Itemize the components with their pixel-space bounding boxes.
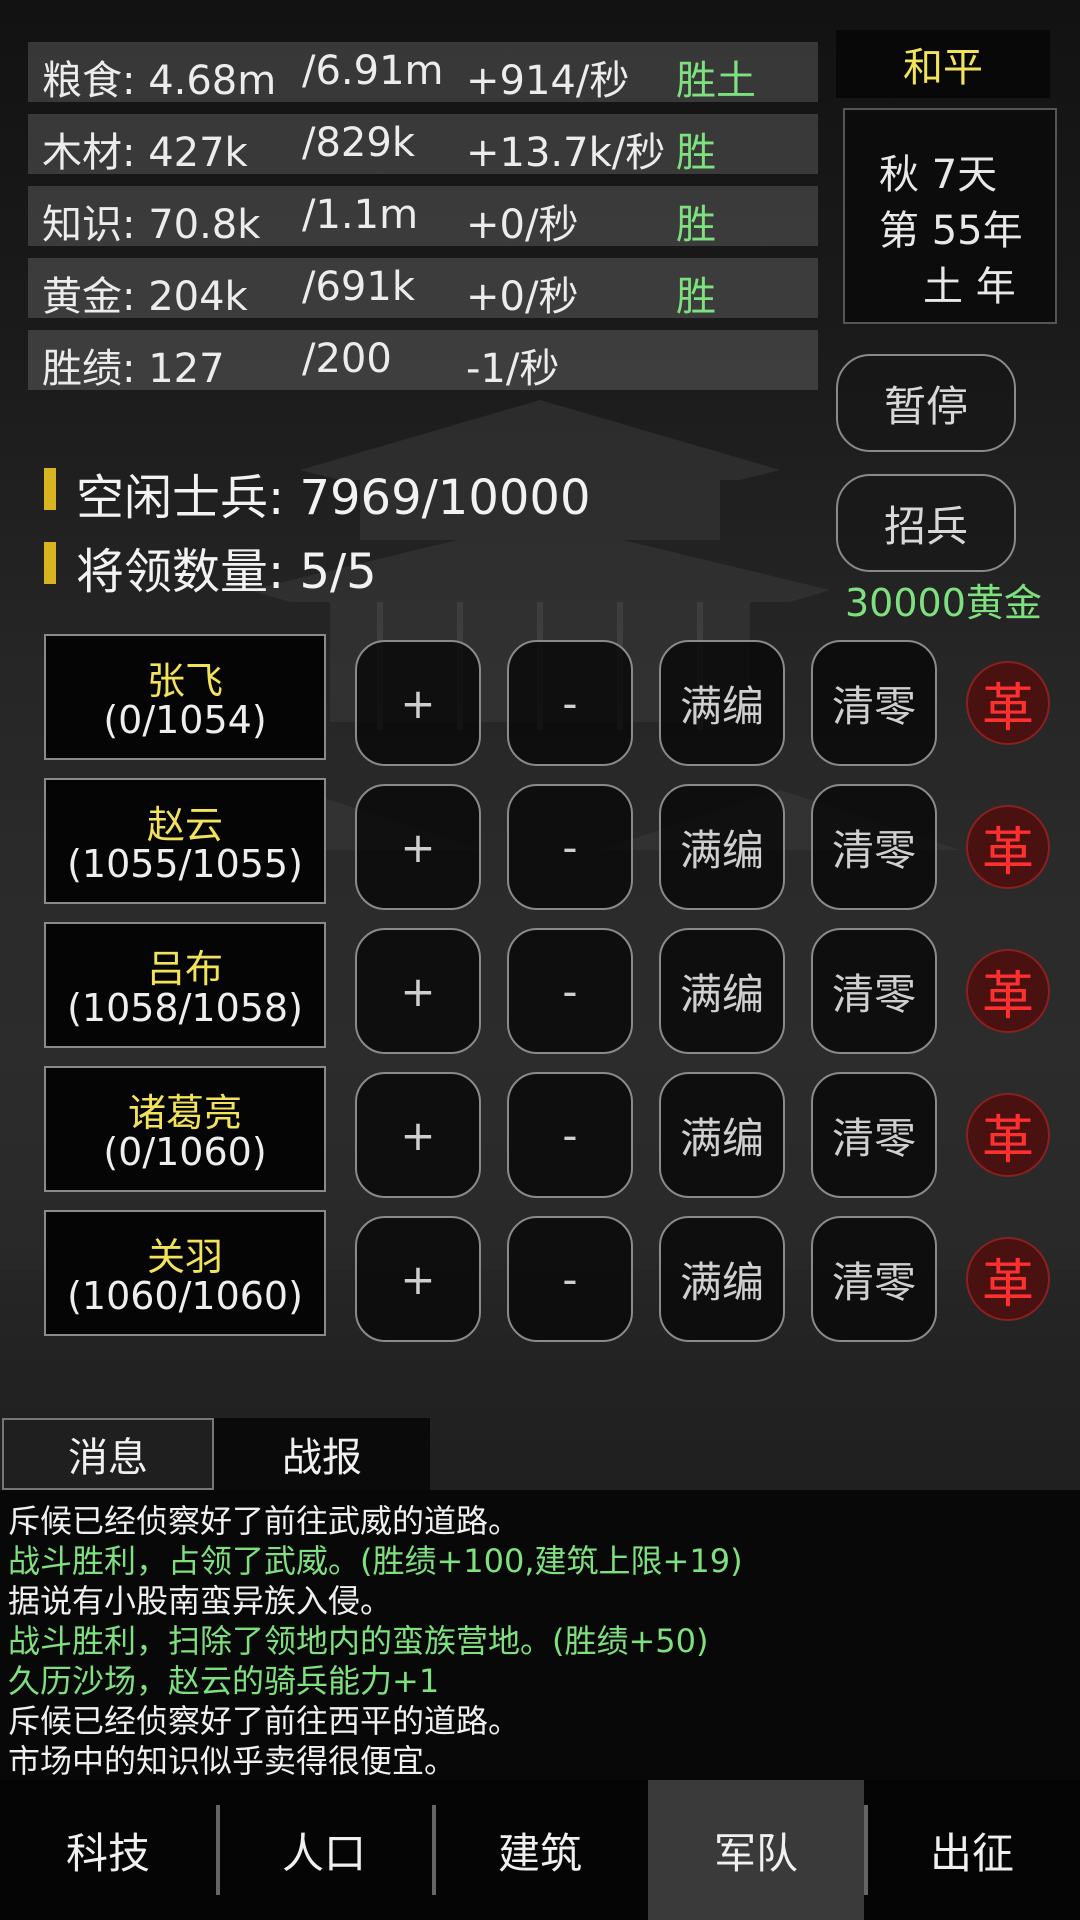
add-troops-button[interactable]: + <box>355 1216 481 1342</box>
marker-bar <box>44 542 56 584</box>
resource-rate: +0/秒 <box>466 202 579 248</box>
nav-population[interactable]: 人口 <box>216 1780 432 1920</box>
fill-troops-button[interactable]: 满编 <box>659 640 785 766</box>
add-troops-button[interactable]: + <box>355 640 481 766</box>
general-troops: (0/1060) <box>103 1130 267 1174</box>
fill-troops-button[interactable]: 满编 <box>659 1072 785 1198</box>
remove-troops-button[interactable]: - <box>507 1216 633 1342</box>
dismiss-general-button[interactable]: 革 <box>966 1237 1050 1321</box>
message-log: 斥候已经侦察好了前往武威的道路。 战斗胜利，占领了武威。(胜绩+100,建筑上限… <box>0 1490 1080 1780</box>
general-card[interactable]: 关羽 (1060/1060) <box>44 1210 326 1336</box>
resource-name: 木材: 427k <box>42 130 248 176</box>
general-label: 将领数量: <box>76 544 285 600</box>
year-text: 第 55年 <box>879 208 1023 254</box>
resource-max: /691k <box>302 264 415 310</box>
dismiss-general-button[interactable]: 革 <box>966 949 1050 1033</box>
idle-value: 7969/10000 <box>299 470 591 526</box>
nav-buildings[interactable]: 建筑 <box>432 1780 648 1920</box>
general-card[interactable]: 赵云 (1055/1055) <box>44 778 326 904</box>
tab-battle-report[interactable]: 战报 <box>214 1418 430 1490</box>
pause-button[interactable]: 暂停 <box>836 354 1016 452</box>
resource-max: /200 <box>302 336 392 382</box>
general-name: 张飞 <box>146 659 223 703</box>
clear-troops-button[interactable]: 清零 <box>811 1216 937 1342</box>
add-troops-button[interactable]: + <box>355 928 481 1054</box>
resource-max: /1.1m <box>302 192 419 238</box>
clear-troops-button[interactable]: 清零 <box>811 928 937 1054</box>
resource-row-wood: 木材: 427k /829k +13.7k/秒 胜 <box>28 114 818 176</box>
nav-army[interactable]: 军队 <box>648 1780 864 1920</box>
general-value: 5/5 <box>299 544 377 600</box>
resource-rate: +0/秒 <box>466 274 579 320</box>
resource-max: /829k <box>302 120 415 166</box>
bottom-nav: 科技 人口 建筑 军队 出征 <box>0 1780 1080 1920</box>
clear-troops-button[interactable]: 清零 <box>811 1072 937 1198</box>
remove-troops-button[interactable]: - <box>507 1072 633 1198</box>
clear-troops-button[interactable]: 清零 <box>811 640 937 766</box>
resource-rate: +13.7k/秒 <box>466 130 666 176</box>
general-troops: (1060/1060) <box>67 1274 303 1318</box>
recruit-cost: 30000黄金 <box>845 581 1042 625</box>
resource-row-gold: 黄金: 204k /691k +0/秒 胜 <box>28 258 818 320</box>
season-text: 秋 7天 <box>879 152 998 198</box>
date-panel: 秋 7天 第 55年 土 年 <box>843 108 1057 324</box>
general-troops: (1058/1058) <box>67 986 303 1030</box>
general-troops: (0/1054) <box>103 698 267 742</box>
resource-tag: 胜土 <box>676 58 756 104</box>
resource-name: 粮食: 4.68m <box>42 58 277 104</box>
resource-tag: 胜 <box>676 130 716 176</box>
peace-status: 和平 <box>836 30 1050 98</box>
resource-row-victory: 胜绩: 127 /200 -1/秒 <box>28 330 818 392</box>
fill-troops-button[interactable]: 满编 <box>659 784 785 910</box>
idle-label: 空闲士兵: <box>76 470 285 526</box>
resource-rate: -1/秒 <box>466 346 560 392</box>
resource-tag: 胜 <box>676 274 716 320</box>
general-name: 吕布 <box>146 947 223 991</box>
add-troops-button[interactable]: + <box>355 1072 481 1198</box>
remove-troops-button[interactable]: - <box>507 928 633 1054</box>
resource-max: /6.91m <box>302 48 444 94</box>
dismiss-general-button[interactable]: 革 <box>966 1093 1050 1177</box>
resource-row-knowledge: 知识: 70.8k /1.1m +0/秒 胜 <box>28 186 818 248</box>
recruit-button[interactable]: 招兵 <box>836 474 1016 572</box>
general-name: 关羽 <box>146 1235 223 1279</box>
remove-troops-button[interactable]: - <box>507 640 633 766</box>
clear-troops-button[interactable]: 清零 <box>811 784 937 910</box>
dismiss-general-button[interactable]: 革 <box>966 805 1050 889</box>
fill-troops-button[interactable]: 满编 <box>659 1216 785 1342</box>
resource-row-food: 粮食: 4.68m /6.91m +914/秒 胜土 <box>28 42 818 104</box>
marker-bar <box>44 468 56 510</box>
resource-tag: 胜 <box>676 202 716 248</box>
general-card[interactable]: 吕布 (1058/1058) <box>44 922 326 1048</box>
nav-expedition[interactable]: 出征 <box>864 1780 1080 1920</box>
general-card[interactable]: 张飞 (0/1054) <box>44 634 326 760</box>
nav-tech[interactable]: 科技 <box>0 1780 216 1920</box>
log-line: 市场中的知识似乎卖得很便宜。 <box>8 1742 457 1780</box>
resource-name: 知识: 70.8k <box>42 202 261 248</box>
dismiss-general-button[interactable]: 革 <box>966 661 1050 745</box>
tab-messages[interactable]: 消息 <box>2 1418 214 1490</box>
add-troops-button[interactable]: + <box>355 784 481 910</box>
general-card[interactable]: 诸葛亮 (0/1060) <box>44 1066 326 1192</box>
general-name: 诸葛亮 <box>127 1091 242 1135</box>
resource-name: 黄金: 204k <box>42 274 248 320</box>
resource-name: 胜绩: 127 <box>42 346 225 392</box>
resource-rate: +914/秒 <box>466 58 630 104</box>
general-name: 赵云 <box>146 803 223 847</box>
fill-troops-button[interactable]: 满编 <box>659 928 785 1054</box>
remove-troops-button[interactable]: - <box>507 784 633 910</box>
general-troops: (1055/1055) <box>67 842 303 886</box>
element-year-text: 土 年 <box>923 264 1016 310</box>
